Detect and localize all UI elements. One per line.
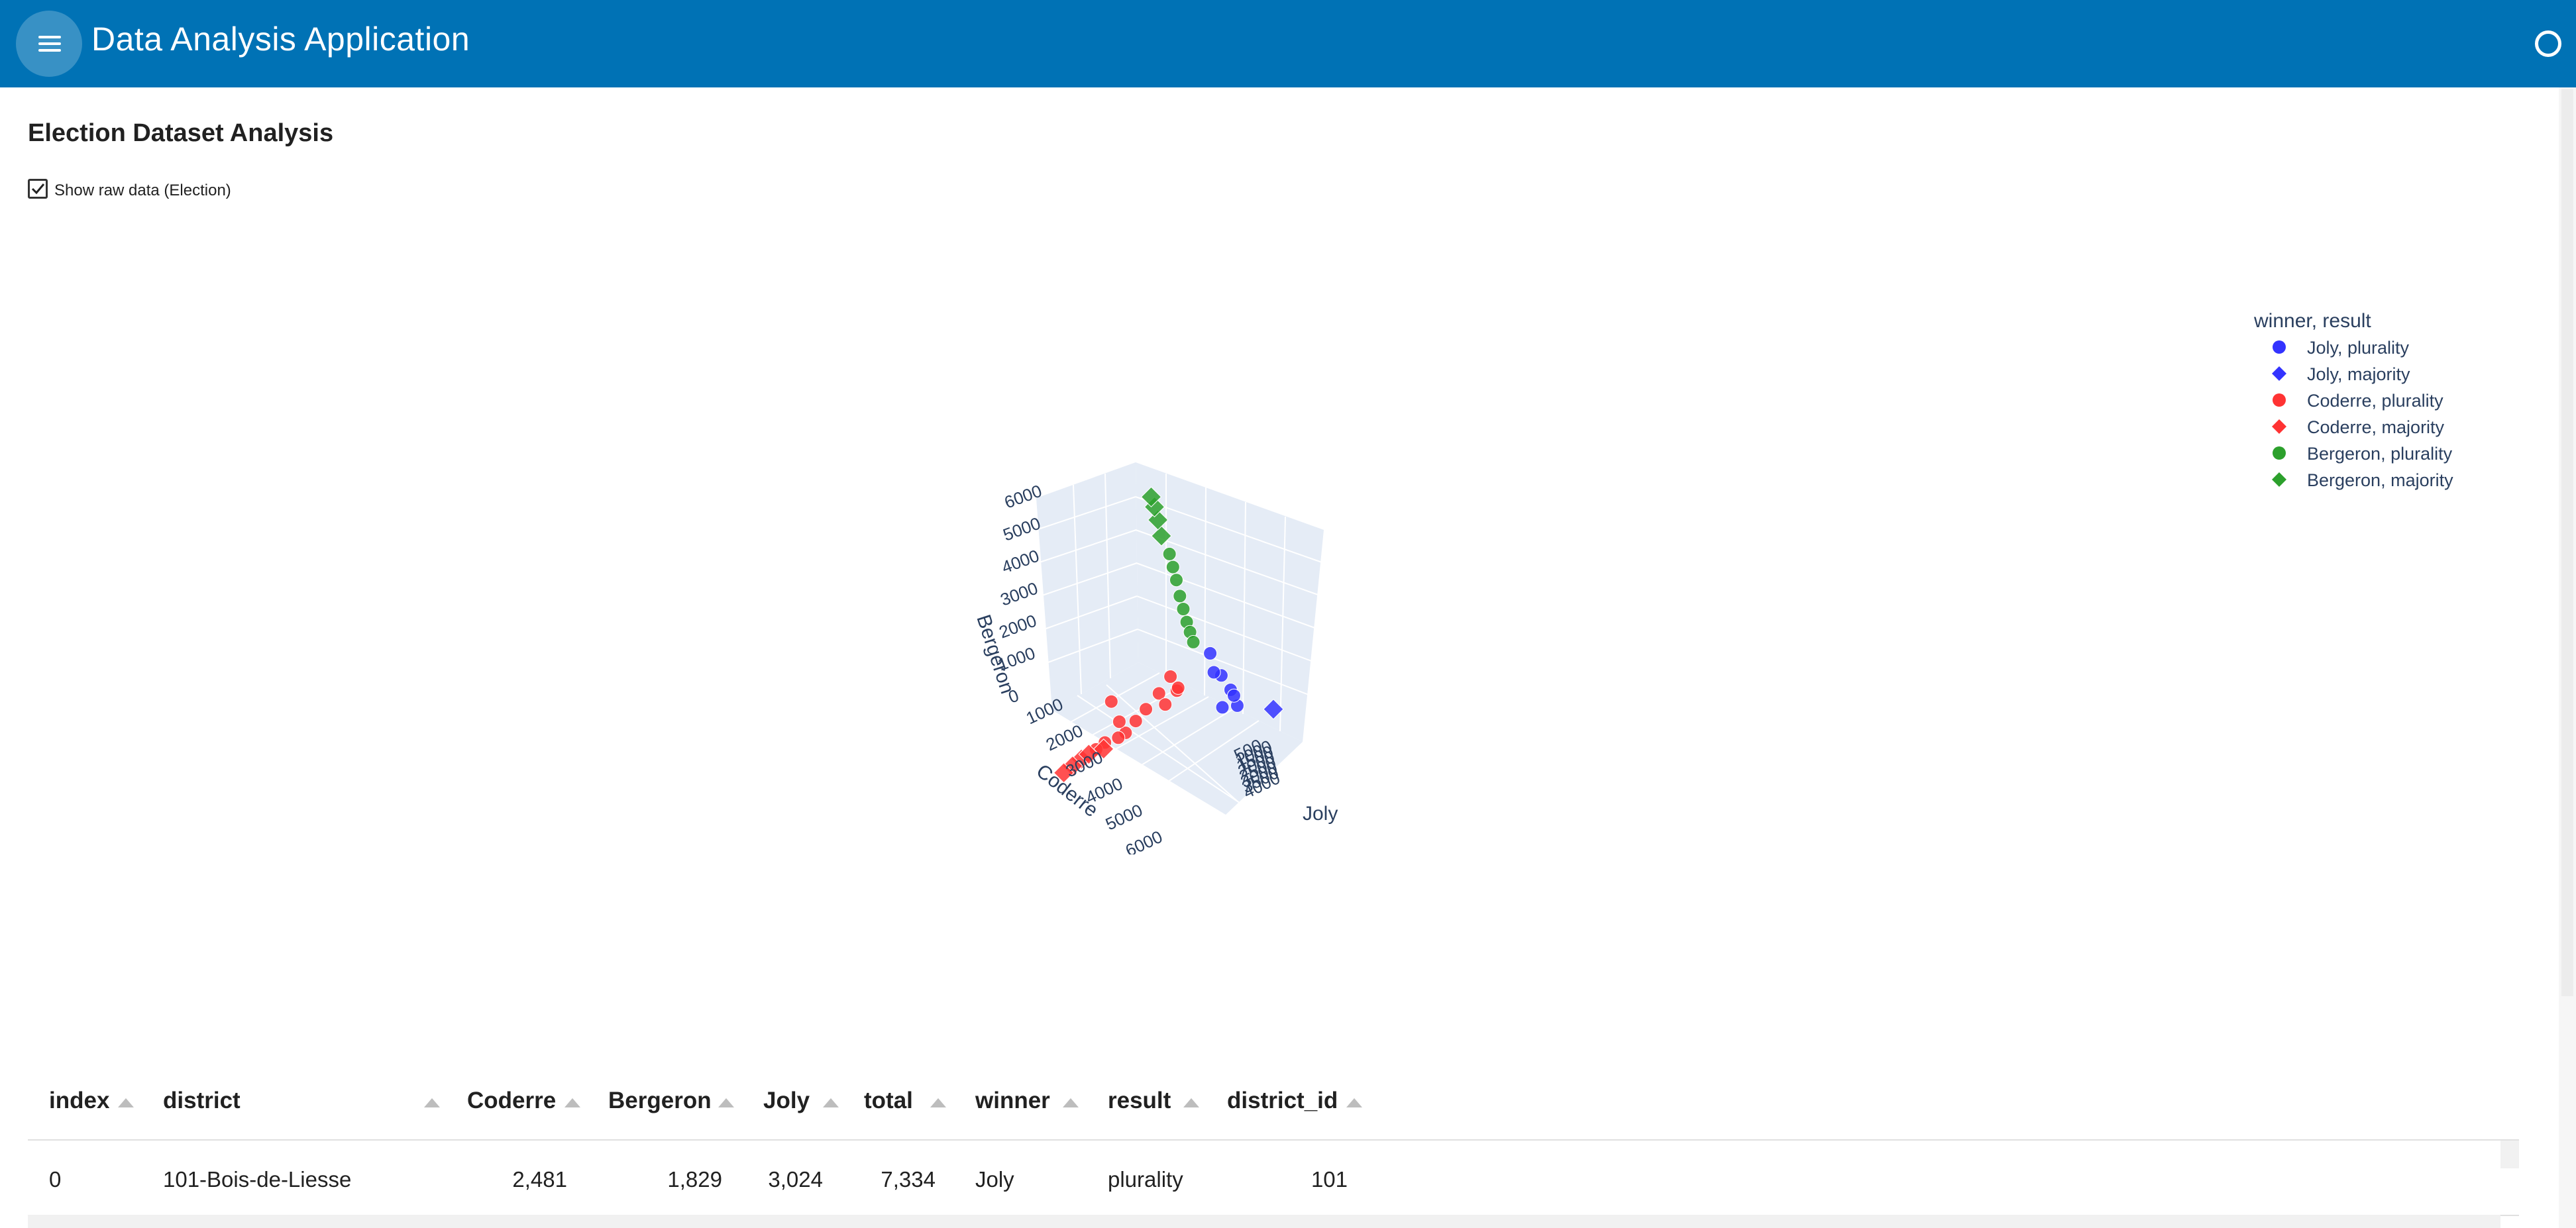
chart-legend: winner, result Joly, plurality Joly, maj… [2254,310,2453,493]
column-header-index[interactable]: index [49,1088,109,1114]
sort-arrow-icon[interactable] [1183,1098,1199,1107]
data-point-circle[interactable] [1162,546,1177,561]
y-tick-label: 1000 [1023,694,1066,729]
scatter-3d-chart[interactable]: Bergeron Coderre Joly 010002000300040005… [941,444,1365,854]
data-point-circle[interactable] [1165,560,1180,574]
data-point-circle[interactable] [1176,602,1191,616]
sort-arrow-icon[interactable] [823,1098,839,1107]
column-header-district[interactable]: district [163,1088,241,1114]
cell-bergeron: 1,829 [667,1167,722,1192]
data-point-circle[interactable] [1139,702,1154,717]
loading-status-icon [2535,30,2561,57]
sort-arrow-icon[interactable] [118,1098,134,1107]
raw-data-checkbox[interactable] [28,179,48,199]
legend-item-label: Bergeron, majority [2307,470,2453,490]
data-point-circle[interactable] [1226,688,1241,703]
table-header: index district Coderre Bergeron Joly total win… [28,1068,2519,1141]
column-header-bergeron[interactable]: Bergeron [608,1088,712,1114]
raw-data-checkbox-label: Show raw data (Election) [54,181,231,199]
column-header-joly[interactable]: Joly [763,1088,810,1114]
x-axis-title: Joly [1303,803,1338,825]
checkmark-icon [31,183,45,195]
legend-item-label: Joly, majority [2307,364,2410,384]
sort-arrow-icon[interactable] [718,1098,734,1107]
menu-button[interactable] [16,11,82,77]
data-point-circle[interactable] [1128,714,1143,729]
legend-item[interactable]: Joly, plurality [2254,334,2409,360]
data-point-circle[interactable] [1104,694,1118,709]
cell-district-id: 101 [1311,1167,1348,1192]
column-header-coderre[interactable]: Coderre [467,1088,556,1114]
cell-winner: Joly [975,1167,1014,1192]
section-title: Election Dataset Analysis [28,119,334,147]
y-tick-label: 6000 [1122,827,1165,854]
sort-arrow-icon[interactable] [424,1098,440,1107]
legend-circle-icon [2273,340,2286,354]
app-title: Data Analysis Application [91,21,470,58]
y-tick-label: 4000 [1083,774,1126,808]
column-header-total[interactable]: total [864,1088,913,1114]
data-point-circle[interactable] [1111,731,1126,745]
legend-item-label: Bergeron, plurality [2307,444,2453,464]
table-row: 0 101-Bois-de-Liesse 2,481 1,829 3,024 7,334 J… [28,1141,2519,1216]
data-point-circle[interactable] [1112,715,1126,729]
data-point-circle[interactable] [1203,646,1218,660]
cell-result: plurality [1108,1167,1183,1192]
y-tick-label: 5000 [1102,800,1146,835]
cell-index: 0 [49,1167,62,1192]
legend-diamond-icon [2272,366,2286,381]
raw-data-table: index district Coderre Bergeron Joly total win… [28,1068,2519,1216]
z-tick-label: 3000 [998,578,1041,610]
cell-district: 101-Bois-de-Liesse [163,1167,352,1192]
data-point-circle[interactable] [1158,697,1173,712]
y-tick-label: 2000 [1043,721,1086,755]
sort-arrow-icon[interactable] [1346,1098,1362,1107]
column-header-result[interactable]: result [1108,1088,1171,1114]
data-point-circle[interactable] [1215,700,1230,715]
sort-arrow-icon[interactable] [1063,1098,1079,1107]
data-point-circle[interactable] [1169,573,1183,588]
data-point-circle[interactable] [1173,589,1187,603]
cell-coderre: 2,481 [512,1167,567,1192]
legend-item[interactable]: Bergeron, plurality [2254,440,2452,466]
legend-item[interactable]: Coderre, majority [2254,413,2444,440]
data-point-circle[interactable] [1163,670,1178,684]
table-scrollbar[interactable] [2500,1141,2519,1168]
legend-item[interactable]: Coderre, plurality [2254,387,2443,413]
sort-arrow-icon[interactable] [564,1098,580,1107]
column-header-district-id[interactable]: district_id [1227,1088,1338,1114]
legend-title: winner, result [2254,310,2371,332]
cell-total: 7,334 [881,1167,936,1192]
app-bar: Data Analysis Application [0,0,2576,87]
legend-item-label: Coderre, plurality [2307,391,2443,411]
data-point-circle[interactable] [1171,680,1185,695]
z-tick-label: 2000 [996,611,1040,642]
z-tick-label: 0 [1006,685,1022,707]
legend-item[interactable]: Bergeron, majority [2254,466,2453,493]
cell-joly: 3,024 [768,1167,823,1192]
legend-circle-icon [2273,393,2286,407]
z-tick-label: 4000 [999,546,1042,578]
data-point-circle[interactable] [1207,665,1221,680]
legend-diamond-icon [2272,472,2286,487]
legend-item-label: Joly, plurality [2307,338,2410,358]
sort-arrow-icon[interactable] [930,1098,946,1107]
page-scrollbar-thumb[interactable] [2561,89,2573,996]
legend-item-label: Coderre, majority [2307,417,2445,437]
data-point-circle[interactable] [1186,635,1201,649]
table-row-partial [28,1215,2500,1228]
legend-item[interactable]: Joly, majority [2254,360,2410,387]
legend-circle-icon [2273,446,2286,460]
column-header-winner[interactable]: winner [975,1088,1050,1114]
z-tick-label: 5000 [1000,513,1044,545]
legend-diamond-icon [2272,419,2286,434]
